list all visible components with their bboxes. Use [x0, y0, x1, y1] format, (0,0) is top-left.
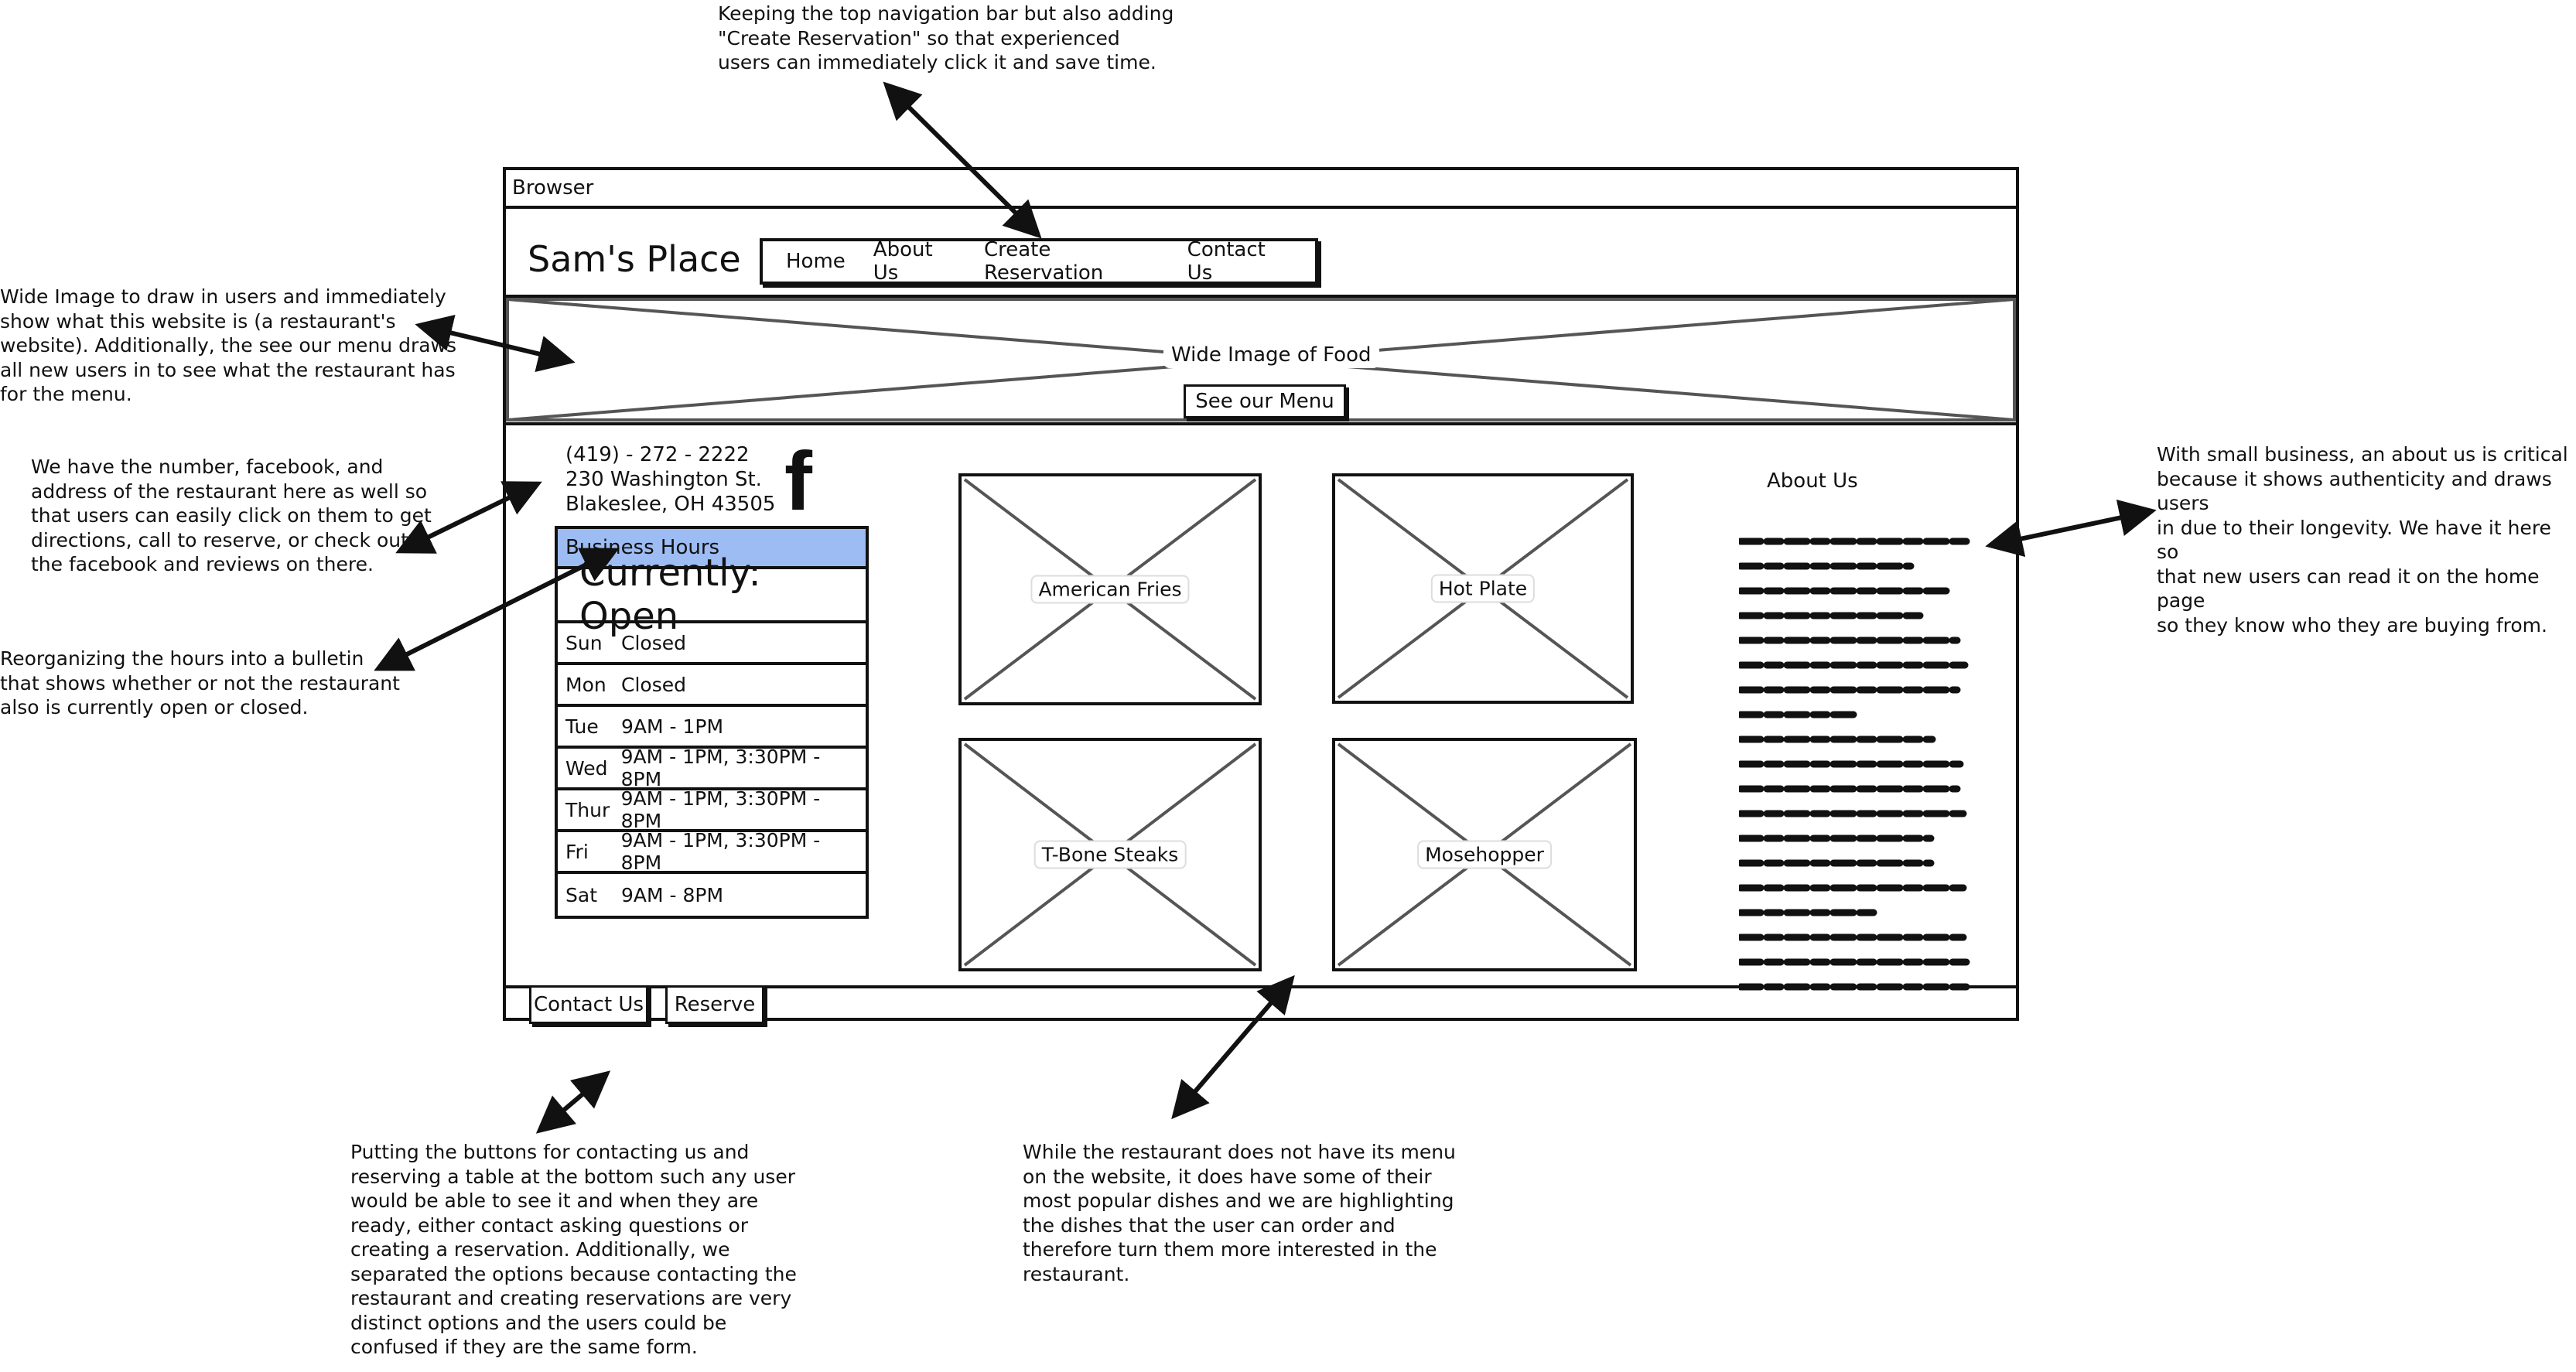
arrow-hours: [374, 548, 620, 671]
arrow-top-nav: [883, 81, 1042, 239]
annotation-arrows: [374, 81, 2157, 1134]
arrow-contact: [395, 481, 542, 554]
arrow-hero: [415, 315, 576, 372]
arrow-bottom-buttons: [535, 1070, 611, 1134]
arrow-dishes: [1171, 974, 1295, 1120]
arrow-about: [1985, 499, 2157, 558]
